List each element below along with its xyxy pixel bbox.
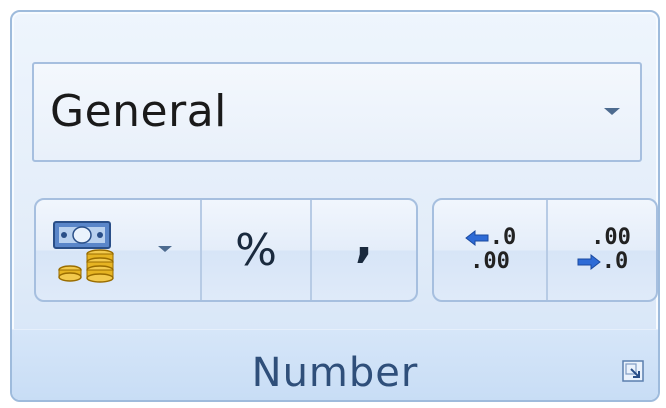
accounting-number-format-button[interactable] xyxy=(36,200,200,300)
chevron-down-icon[interactable] xyxy=(604,108,620,115)
decrease-decimal-button[interactable]: .00 .0 xyxy=(546,200,656,300)
comma-icon: , xyxy=(354,212,374,268)
increase-decimal-top-text: .0 xyxy=(489,225,517,250)
left-arrow-icon xyxy=(464,229,489,247)
format-buttons-left: % , xyxy=(34,198,418,302)
decrease-decimal-bottom-text: .0 xyxy=(601,249,629,274)
decrease-decimal-top-text: .00 xyxy=(591,225,631,250)
increase-decimal-button[interactable]: .0 .00 xyxy=(434,200,546,300)
increase-decimal-bottom-text: .00 xyxy=(470,249,510,274)
group-label-strip: Number xyxy=(12,329,658,400)
number-group: General % , .0 .00 .00 .0 Number xyxy=(10,10,660,402)
comma-style-button[interactable]: , xyxy=(310,200,416,300)
dialog-launcher-icon[interactable] xyxy=(622,360,644,382)
accounting-format-icon xyxy=(52,218,132,284)
decrease-decimal-icon: .00 .0 xyxy=(573,226,631,274)
number-format-dropdown[interactable]: General xyxy=(32,62,642,162)
increase-decimal-top-row: .0 xyxy=(464,225,517,250)
right-arrow-icon xyxy=(577,253,601,271)
group-label: Number xyxy=(251,350,419,396)
increase-decimal-icon: .0 .00 xyxy=(464,225,517,274)
number-format-value: General xyxy=(50,86,227,137)
chevron-down-icon[interactable] xyxy=(158,246,172,252)
percent-style-button[interactable]: % xyxy=(200,200,310,300)
format-buttons-right: .0 .00 .00 .0 xyxy=(432,198,658,302)
percent-icon: % xyxy=(235,224,277,276)
decrease-decimal-bottom-row: .0 xyxy=(576,249,629,274)
